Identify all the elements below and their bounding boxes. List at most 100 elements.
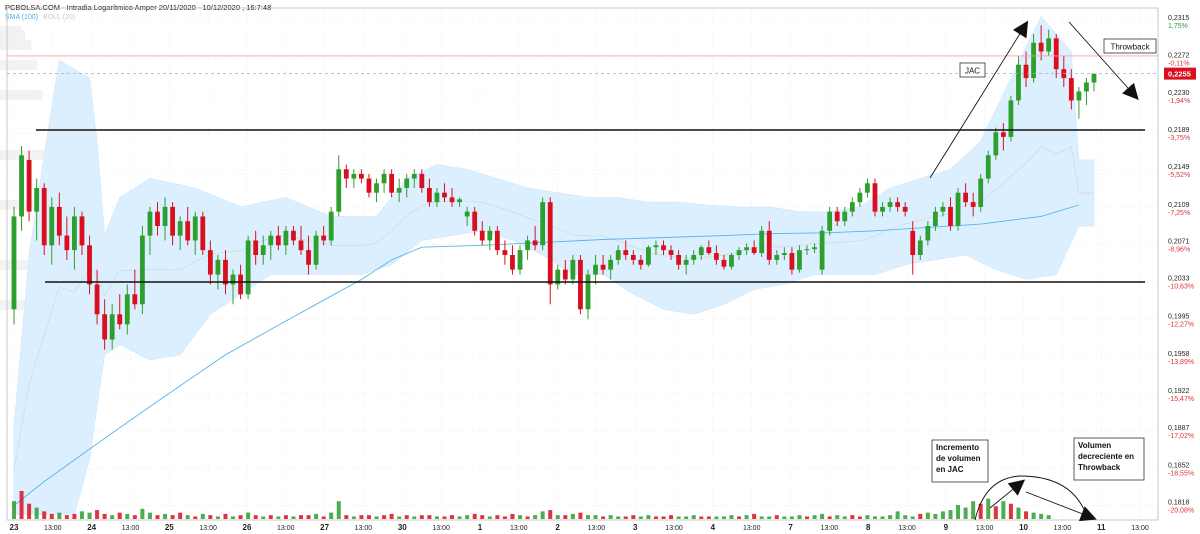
candle-body — [562, 269, 568, 280]
candle-body — [426, 187, 432, 203]
candle-body — [706, 247, 712, 254]
volume-bar — [185, 515, 190, 519]
candle-body — [275, 235, 281, 246]
volume-bar — [27, 503, 32, 519]
volume-bar — [1008, 503, 1013, 519]
time-tick-label: 13:00 — [122, 525, 140, 532]
candle-body — [49, 206, 55, 246]
price-chart[interactable]: JAC Throwback Incremento de volumen en J… — [0, 0, 1200, 534]
candle-body — [978, 178, 984, 207]
candle — [381, 169, 387, 193]
volume-bar — [518, 515, 523, 519]
price-tick-label: 0,2071 — [1168, 238, 1190, 245]
candle — [978, 173, 984, 212]
volume-bar — [450, 515, 455, 519]
candle-body — [1000, 132, 1006, 137]
candle — [139, 225, 145, 315]
price-tick-label: 0,2189 — [1168, 127, 1190, 134]
volume-bars — [12, 491, 1051, 519]
candle-body — [479, 230, 485, 241]
time-tick-label: 13:00 — [510, 525, 528, 532]
volume-bar — [744, 515, 749, 519]
volume-bar — [661, 516, 666, 519]
candle — [865, 178, 870, 198]
time-tick-label: 8 — [866, 523, 871, 532]
volume-bar — [820, 513, 825, 519]
volume-bar — [321, 516, 326, 519]
time-tick-label: 10 — [1019, 523, 1028, 532]
candle-body — [736, 250, 742, 255]
volume-bar — [940, 511, 945, 519]
price-tick-label: 0,2109 — [1168, 202, 1190, 209]
candle — [985, 150, 991, 184]
candle — [993, 127, 999, 160]
volume-bar — [918, 513, 923, 519]
volume-bar — [767, 516, 772, 519]
volume-bar — [729, 515, 734, 519]
candle-body — [374, 183, 379, 193]
candle-body — [215, 259, 221, 275]
time-tick-label: 13:00 — [821, 525, 839, 532]
candle-body — [744, 247, 749, 251]
time-axis: 23 13:00 24 13:00 25 13:00 26 13:00 27 13:00 30 13:… — [10, 523, 1149, 532]
jac-label: JAC — [965, 67, 980, 76]
volume-bar — [563, 515, 568, 519]
price-tick-label: 0,2033 — [1168, 275, 1190, 282]
price-tick-pct: 1,75% — [1168, 23, 1188, 30]
candle-body — [623, 250, 629, 255]
candle — [955, 187, 961, 231]
candle-body — [887, 202, 893, 207]
volume-bar — [797, 515, 802, 519]
price-tick-pct: -0,11% — [1168, 61, 1190, 68]
candle-body — [1084, 82, 1089, 92]
volume-bar — [283, 515, 288, 519]
volume-profile-bar — [0, 90, 43, 100]
volume-bar — [170, 515, 175, 519]
candle-body — [87, 245, 92, 285]
time-tick-label: 9 — [944, 523, 949, 532]
candle-body — [192, 216, 198, 241]
volume-bar — [669, 515, 674, 519]
volume-bar — [1001, 501, 1006, 519]
candle-body — [1046, 38, 1052, 52]
candle-body — [985, 155, 991, 179]
candle — [41, 183, 47, 255]
price-tick-pct: -7,25% — [1168, 210, 1190, 217]
candle — [857, 187, 863, 207]
volume-bar — [986, 498, 991, 519]
candle-body — [11, 216, 17, 310]
candle-body — [570, 259, 576, 280]
volume-bar — [87, 512, 92, 519]
candle-body — [268, 235, 274, 246]
volume-profile-bar — [0, 30, 25, 40]
candle — [200, 211, 206, 255]
candle-body — [343, 169, 349, 179]
price-tick-pct: -17,02% — [1168, 433, 1194, 440]
time-tick-label: 13:00 — [199, 525, 217, 532]
candle-body — [404, 178, 410, 188]
candle-body — [434, 192, 440, 203]
time-tick-label: 25 — [165, 523, 174, 532]
candle-body — [963, 192, 969, 203]
candle-body — [578, 259, 583, 310]
volume-bar — [714, 516, 719, 519]
candle — [336, 155, 342, 217]
volume-bar — [782, 516, 787, 519]
volume-bar — [215, 516, 220, 519]
volume-bar — [956, 505, 961, 519]
candle — [351, 169, 357, 188]
candle-body — [502, 250, 508, 255]
candle-body — [865, 183, 870, 193]
candle-body — [366, 178, 372, 193]
candle-body — [442, 192, 447, 198]
volume-bar — [480, 515, 485, 519]
candle-body — [880, 206, 885, 212]
volume-bar — [231, 516, 236, 519]
candle-body — [207, 250, 213, 275]
volume-bar — [306, 515, 311, 519]
candle-body — [646, 247, 651, 265]
price-tick-pct: -18,55% — [1168, 470, 1194, 477]
candle — [389, 169, 395, 198]
candle-body — [185, 221, 191, 241]
price-tick-label: 0,2230 — [1168, 90, 1190, 97]
